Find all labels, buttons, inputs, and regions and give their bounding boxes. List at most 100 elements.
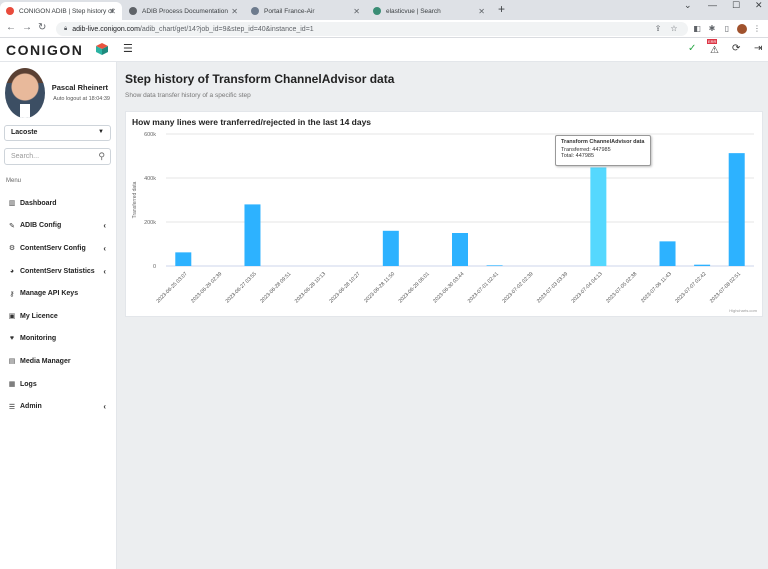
url-host: adib-live.conigon.com bbox=[72, 25, 140, 33]
tab-favicon-icon bbox=[6, 7, 14, 15]
tab-label: CONIGON ADIB | Step history of bbox=[19, 7, 114, 15]
sidebar-item-label: ContentServ Config bbox=[20, 244, 86, 252]
tab-favicon-icon bbox=[373, 7, 381, 15]
chart-tooltip: Transform ChannelAdvisor data Transferre… bbox=[555, 135, 651, 166]
sidebar-item-logs[interactable]: ▦ Logs bbox=[0, 373, 116, 396]
puzzle-icon[interactable]: ✱ bbox=[707, 24, 717, 34]
x-tick-label: 2023-06-27 03:55 bbox=[225, 271, 258, 304]
chart-title: How many lines were tranferred/rejected … bbox=[132, 117, 372, 127]
x-tick-label: 2023-06-26 02:39 bbox=[190, 271, 223, 304]
x-tick-label: 2023-06-29 06:01 bbox=[398, 271, 431, 304]
refresh-icon[interactable]: ⟳ bbox=[732, 43, 740, 54]
sidebar-item-label: Admin bbox=[20, 403, 42, 411]
sidebar-item-manage-api-keys[interactable]: ⚷ Manage API Keys bbox=[0, 282, 116, 305]
sidebar-menu: ▥ Dashboard ✎ ADIB Config ‹ ⚙ ContentServ Conf… bbox=[0, 192, 116, 418]
x-tick-label: 2023-07-08 02:51 bbox=[709, 271, 742, 304]
y-tick-label: 200k bbox=[144, 220, 156, 226]
wrench-icon: ✎ bbox=[9, 222, 15, 230]
tab-close-icon[interactable]: ✕ bbox=[231, 7, 238, 16]
x-tick-label: 2023-06-25 03:07 bbox=[155, 271, 188, 304]
bar[interactable] bbox=[382, 230, 399, 266]
hamburger-menu-icon[interactable]: ☰ bbox=[123, 42, 133, 55]
x-tick-label: 2023-06-28 10:27 bbox=[328, 271, 361, 304]
bar[interactable] bbox=[175, 252, 192, 266]
logout-icon[interactable]: ⇥ bbox=[754, 43, 762, 54]
browser-tab[interactable]: ADIB Process Documentation ✕ bbox=[123, 2, 244, 20]
sidebar-item-media-manager[interactable]: ▤ Media Manager bbox=[0, 350, 116, 373]
bar[interactable] bbox=[659, 241, 676, 266]
y-axis-label: Transferred data bbox=[132, 181, 138, 218]
profile-avatar-icon[interactable] bbox=[737, 24, 747, 34]
side-panel-icon[interactable]: ▯ bbox=[722, 24, 732, 34]
tab-label: elasticvue | Search bbox=[386, 7, 441, 15]
back-icon[interactable]: ← bbox=[6, 22, 16, 33]
error-badge: ERR bbox=[707, 39, 718, 44]
tab-close-icon[interactable]: ✕ bbox=[478, 7, 485, 16]
chevron-left-icon: ‹ bbox=[103, 243, 106, 253]
url-field[interactable]: 🔒︎ adib-live.conigon.com /adib_chart/get… bbox=[56, 22, 688, 36]
browser-tab[interactable]: Portail France-Air ✕ bbox=[245, 2, 366, 20]
minimize-icon[interactable]: — bbox=[708, 0, 717, 10]
chart-icon: ▥ bbox=[8, 200, 16, 208]
chevron-left-icon: ‹ bbox=[103, 402, 106, 412]
file-icon: ▤ bbox=[8, 358, 16, 366]
sidebar-item-adib-config[interactable]: ✎ ADIB Config ‹ bbox=[0, 215, 116, 238]
status-ok-icon[interactable]: ✓ bbox=[688, 43, 696, 54]
browser-tab[interactable]: elasticvue | Search ✕ bbox=[367, 2, 491, 20]
forward-icon[interactable]: → bbox=[22, 22, 32, 33]
main-content: Step history of Transform ChannelAdvisor… bbox=[117, 62, 768, 569]
bar[interactable] bbox=[486, 265, 503, 266]
caret-down-icon: ▼ bbox=[98, 129, 104, 135]
sidebar: Pascal Rheinert Auto logout at 18:04:39 … bbox=[0, 62, 117, 569]
sidebar-item-admin[interactable]: ☰ Admin ‹ bbox=[0, 395, 116, 418]
x-tick-label: 2023-07-04 04:13 bbox=[571, 271, 604, 304]
x-tick-label: 2023-06-28 09:51 bbox=[259, 271, 292, 304]
bar[interactable] bbox=[244, 204, 261, 266]
chart-credits[interactable]: Highcharts.com bbox=[729, 308, 757, 313]
bar[interactable] bbox=[694, 264, 711, 266]
tab-close-icon[interactable]: ✕ bbox=[109, 7, 116, 16]
user-avatar bbox=[5, 68, 45, 118]
sidebar-item-my-licence[interactable]: ▣ My Licence bbox=[0, 305, 116, 328]
bar[interactable] bbox=[728, 153, 745, 266]
x-tick-label: 2023-07-02 02:39 bbox=[501, 271, 534, 304]
conigon-logo-mark-icon bbox=[96, 43, 108, 55]
sidebar-item-monitoring[interactable]: ♥ Monitoring bbox=[0, 328, 116, 351]
share-icon[interactable]: ⇪ bbox=[653, 24, 663, 34]
sidebar-item-label: Monitoring bbox=[20, 335, 57, 343]
extension-icon[interactable]: ◧ bbox=[692, 24, 702, 34]
sidebar-item-label: My Licence bbox=[20, 312, 58, 320]
bar[interactable] bbox=[452, 233, 468, 266]
bar[interactable] bbox=[590, 167, 607, 266]
x-tick-label: 2023-06-28 10:13 bbox=[294, 271, 327, 304]
sidebar-item-dashboard[interactable]: ▥ Dashboard bbox=[0, 192, 116, 215]
browser-tab-strip: CONIGON ADIB | Step history of ✕ ADIB Proc… bbox=[0, 0, 768, 20]
x-tick-label: 2023-07-01 02:41 bbox=[467, 271, 500, 304]
tab-search-icon[interactable]: ⌄ bbox=[684, 0, 692, 11]
conigon-logo[interactable]: CONIGON bbox=[6, 42, 83, 58]
x-tick-label: 2023-06-30 03:44 bbox=[432, 271, 465, 304]
sidebar-search-input[interactable]: Search... ⚲ bbox=[4, 148, 111, 165]
new-tab-button[interactable]: + bbox=[498, 2, 505, 16]
bookmark-star-icon[interactable]: ☆ bbox=[669, 24, 679, 34]
search-icon[interactable]: ⚲ bbox=[98, 151, 105, 162]
lock-icon: 🔒︎ bbox=[64, 25, 68, 32]
sidebar-item-label: Media Manager bbox=[20, 357, 71, 365]
tab-close-icon[interactable]: ✕ bbox=[353, 7, 360, 16]
browser-menu-icon[interactable]: ⋮ bbox=[752, 24, 762, 34]
sidebar-item-contentserv-config[interactable]: ⚙ ContentServ Config ‹ bbox=[0, 237, 116, 260]
gear-icon: ⚙ bbox=[8, 245, 16, 253]
reload-icon[interactable]: ↻ bbox=[38, 22, 46, 33]
maximize-icon[interactable]: ☐ bbox=[732, 0, 740, 11]
sidebar-item-contentserv-statistics[interactable]: ◕ ContentServ Statistics ‹ bbox=[0, 260, 116, 283]
close-window-icon[interactable]: ✕ bbox=[755, 0, 763, 11]
sidebar-item-label: ADIB Config bbox=[20, 222, 62, 230]
tenant-select[interactable]: Lacoste ▼ bbox=[4, 125, 111, 141]
browser-tab[interactable]: CONIGON ADIB | Step history of ✕ bbox=[0, 2, 122, 20]
chart-card: 0 200k 400k 600k Transferred data 2023-06-25 … bbox=[125, 111, 763, 317]
bar-chart[interactable]: 0 200k 400k 600k Transferred data 2023-06-25 … bbox=[126, 112, 764, 318]
y-tick-label: 400k bbox=[144, 176, 156, 182]
x-tick-label: 2023-07-03 03:39 bbox=[536, 271, 569, 304]
browser-address-bar: ← → ↻ 🔒︎ adib-live.conigon.com /adib_cha… bbox=[0, 20, 768, 38]
menu-label: Menu bbox=[6, 178, 22, 184]
